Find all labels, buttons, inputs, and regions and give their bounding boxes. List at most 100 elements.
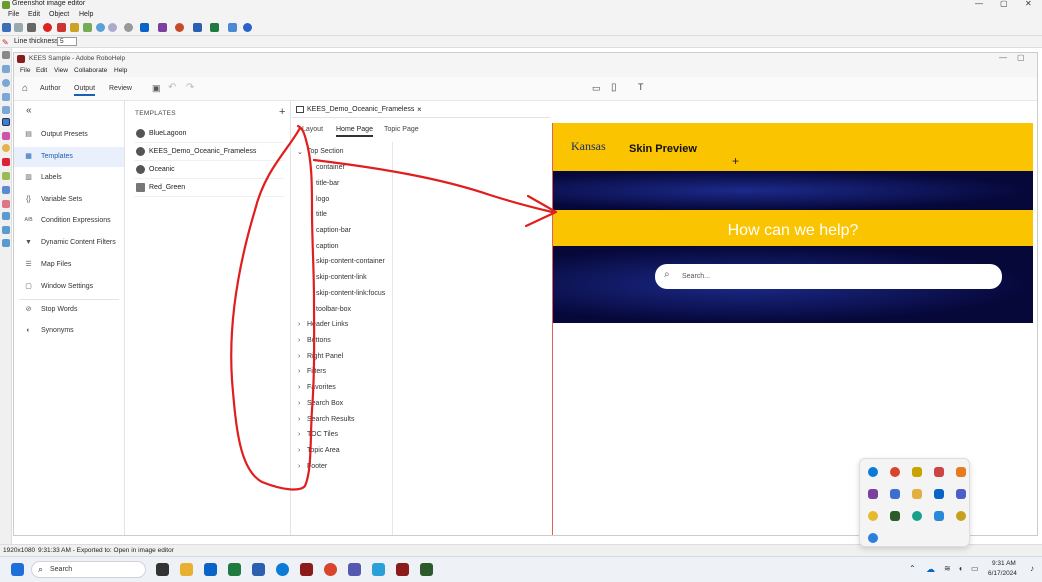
- close-icon[interactable]: ✕: [1025, 0, 1032, 8]
- menu-help[interactable]: Help: [79, 11, 93, 18]
- app-tray-icon[interactable]: [934, 511, 944, 521]
- copy-icon[interactable]: [14, 23, 23, 32]
- save-all-icon[interactable]: ▣: [152, 83, 161, 94]
- print-icon[interactable]: [27, 23, 36, 32]
- menu-object[interactable]: Object: [49, 11, 69, 18]
- tree-child[interactable]: skip-content-container: [316, 258, 385, 265]
- nav-condition-expressions[interactable]: A/B Condition Expressions: [14, 211, 124, 231]
- cursor-tool-icon[interactable]: [2, 51, 10, 59]
- nav-stop-words[interactable]: ⊘ Stop Words: [14, 300, 124, 320]
- tree-node-top-section[interactable]: Top Section: [307, 148, 344, 155]
- line-tool-icon[interactable]: [2, 93, 10, 101]
- onenote-icon[interactable]: [158, 23, 167, 32]
- tree-child[interactable]: caption-bar: [316, 227, 351, 234]
- chevron-right-icon[interactable]: ›: [298, 368, 300, 375]
- edge-icon[interactable]: [868, 467, 878, 477]
- onenote-tray-icon[interactable]: [868, 489, 878, 499]
- resize-tool-icon[interactable]: [2, 239, 10, 247]
- tree-node[interactable]: Favorites: [307, 384, 336, 391]
- tree-node[interactable]: Right Panel: [307, 353, 343, 360]
- clipboard-icon[interactable]: [83, 23, 92, 32]
- minimize-icon[interactable]: —: [975, 0, 983, 8]
- tray-chevron-icon[interactable]: ⌃: [909, 564, 916, 573]
- app-tray-icon[interactable]: [956, 511, 966, 521]
- nav-window-settings[interactable]: ▢ Window Settings: [14, 277, 124, 297]
- file-explorer-icon[interactable]: [180, 563, 193, 576]
- bluetooth-icon[interactable]: [868, 533, 878, 543]
- crop-tool-icon[interactable]: [2, 200, 10, 208]
- task-view-icon[interactable]: [156, 563, 169, 576]
- teams-taskbar-icon[interactable]: [348, 563, 361, 576]
- mail-icon[interactable]: [912, 489, 922, 499]
- robohelp-taskbar-icon[interactable]: [300, 563, 313, 576]
- security-icon[interactable]: [912, 467, 922, 477]
- chevron-right-icon[interactable]: ›: [298, 337, 300, 344]
- nav-map-files[interactable]: ☰ Map Files: [14, 255, 124, 275]
- highlight-tool-icon[interactable]: [2, 172, 10, 180]
- rectangle-tool-icon[interactable]: [2, 65, 10, 73]
- save-icon[interactable]: [2, 23, 11, 32]
- template-item-bluelagoon[interactable]: BlueLagoon: [134, 125, 284, 143]
- tree-node[interactable]: Filters: [307, 368, 326, 375]
- tree-node[interactable]: Header Links: [307, 321, 348, 328]
- freehand-tool-icon[interactable]: [2, 118, 10, 126]
- rh-menu-edit[interactable]: Edit: [36, 67, 47, 74]
- tree-child[interactable]: logo: [316, 196, 329, 203]
- image-tool-icon[interactable]: [2, 212, 10, 220]
- chrome-taskbar-icon[interactable]: [324, 563, 337, 576]
- word-taskbar-icon[interactable]: [252, 563, 265, 576]
- rh-menu-collaborate[interactable]: Collaborate: [74, 67, 107, 74]
- tree-child[interactable]: skip-content-link:focus: [316, 290, 385, 297]
- collapse-panel-icon[interactable]: «: [26, 105, 32, 116]
- template-item-red-green[interactable]: Red_Green: [134, 179, 284, 197]
- outlook-taskbar-icon[interactable]: [204, 563, 217, 576]
- windows-start-icon[interactable]: [11, 563, 24, 576]
- cut-icon[interactable]: [57, 23, 66, 32]
- chevron-right-icon[interactable]: ›: [298, 431, 300, 438]
- tree-node[interactable]: Search Box: [307, 400, 343, 407]
- tree-child[interactable]: caption: [316, 243, 339, 250]
- line-thickness-input[interactable]: 5: [57, 37, 77, 46]
- volume-icon[interactable]: ◖: [958, 564, 963, 573]
- stop-icon[interactable]: [43, 23, 52, 32]
- text-tool-icon[interactable]: [2, 132, 10, 140]
- tree-child[interactable]: title-bar: [316, 180, 339, 187]
- paste-icon[interactable]: [70, 23, 79, 32]
- maximize-icon[interactable]: ▢: [1000, 0, 1008, 8]
- chevron-right-icon[interactable]: ›: [298, 384, 300, 391]
- tree-node[interactable]: Topic Area: [307, 447, 340, 454]
- template-item-oceanic[interactable]: Oceanic: [134, 161, 284, 179]
- app-taskbar-icon[interactable]: [372, 563, 385, 576]
- chevron-right-icon[interactable]: ›: [298, 400, 300, 407]
- chevron-down-icon[interactable]: ⌄: [297, 148, 303, 156]
- battery-icon[interactable]: ▭: [971, 564, 979, 573]
- subtab-topic-page[interactable]: Topic Page: [384, 126, 419, 133]
- ellipse-tool-icon[interactable]: [2, 79, 10, 87]
- rh-minimize-icon[interactable]: —: [999, 53, 1007, 62]
- obfuscate-tool-icon[interactable]: [2, 186, 10, 194]
- tree-node[interactable]: Buttons: [307, 337, 331, 344]
- redo-icon[interactable]: [108, 23, 117, 32]
- tab-author[interactable]: Author: [40, 85, 61, 92]
- mobile-preview-icon[interactable]: ▯: [611, 82, 617, 93]
- excel-icon[interactable]: [210, 23, 219, 32]
- rh-undo-icon[interactable]: ↶: [168, 82, 176, 93]
- rh-menu-view[interactable]: View: [54, 67, 68, 74]
- settings-icon[interactable]: [124, 23, 133, 32]
- desktop-preview-icon[interactable]: ▭: [592, 83, 601, 94]
- chevron-right-icon[interactable]: ›: [298, 353, 300, 360]
- excel-taskbar-icon[interactable]: [228, 563, 241, 576]
- tree-node[interactable]: Footer: [307, 463, 327, 470]
- chrome-icon[interactable]: [890, 467, 900, 477]
- rh-redo-icon[interactable]: ↷: [186, 82, 194, 93]
- undo-icon[interactable]: [96, 23, 105, 32]
- add-template-icon[interactable]: +: [279, 106, 285, 118]
- chevron-right-icon[interactable]: ›: [298, 416, 300, 423]
- onedrive-icon[interactable]: ☁: [926, 564, 935, 575]
- nav-dynamic-content-filters[interactable]: ▼ Dynamic Content Filters: [14, 233, 124, 253]
- taskbar-search[interactable]: ⌕ Search: [31, 561, 146, 578]
- tree-child[interactable]: title: [316, 211, 327, 218]
- home-icon[interactable]: ⌂: [22, 83, 28, 94]
- outlook-icon[interactable]: [140, 23, 149, 32]
- text-size-icon[interactable]: T: [638, 82, 644, 92]
